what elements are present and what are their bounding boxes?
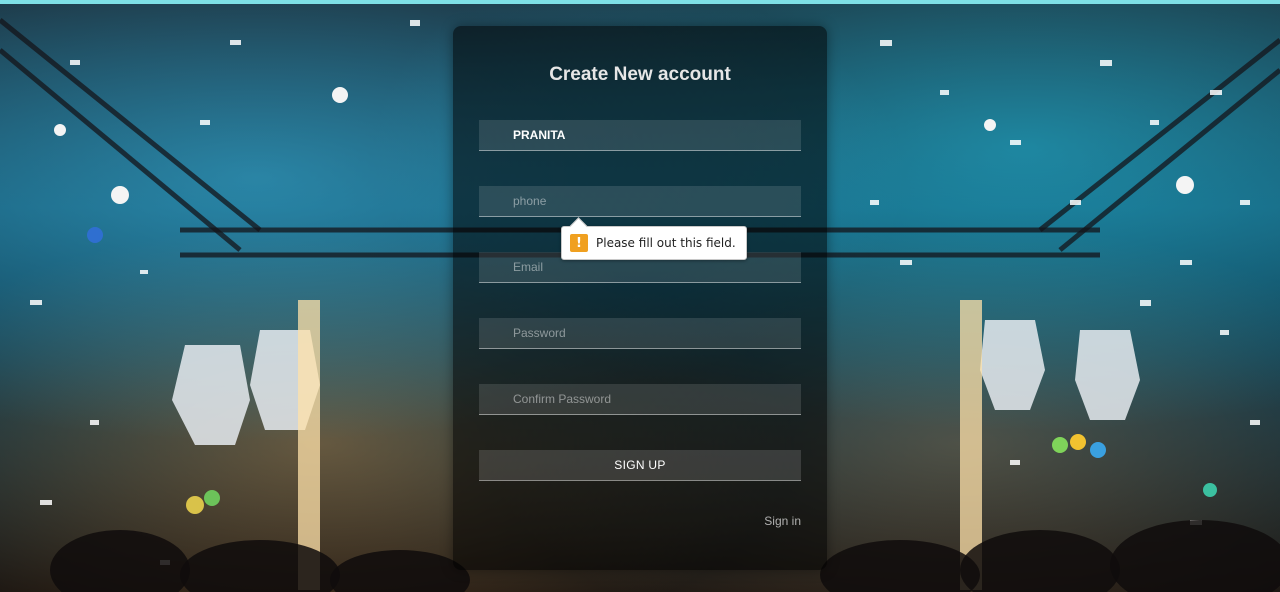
- tooltip-message: Please fill out this field.: [596, 236, 736, 250]
- signup-form-panel: Create New account SIGN UP Sign in: [453, 26, 827, 570]
- validation-tooltip: ! Please fill out this field.: [561, 217, 747, 260]
- confirm-password-field[interactable]: [479, 384, 801, 415]
- warning-icon: !: [570, 234, 588, 252]
- name-field[interactable]: [479, 120, 801, 151]
- password-field[interactable]: [479, 318, 801, 349]
- form-title: Create New account: [549, 64, 731, 85]
- signup-button[interactable]: SIGN UP: [479, 450, 801, 481]
- signin-link[interactable]: Sign in: [764, 514, 801, 528]
- phone-field[interactable]: [479, 186, 801, 217]
- signup-page: Create New account SIGN UP Sign in ! Ple…: [0, 0, 1280, 592]
